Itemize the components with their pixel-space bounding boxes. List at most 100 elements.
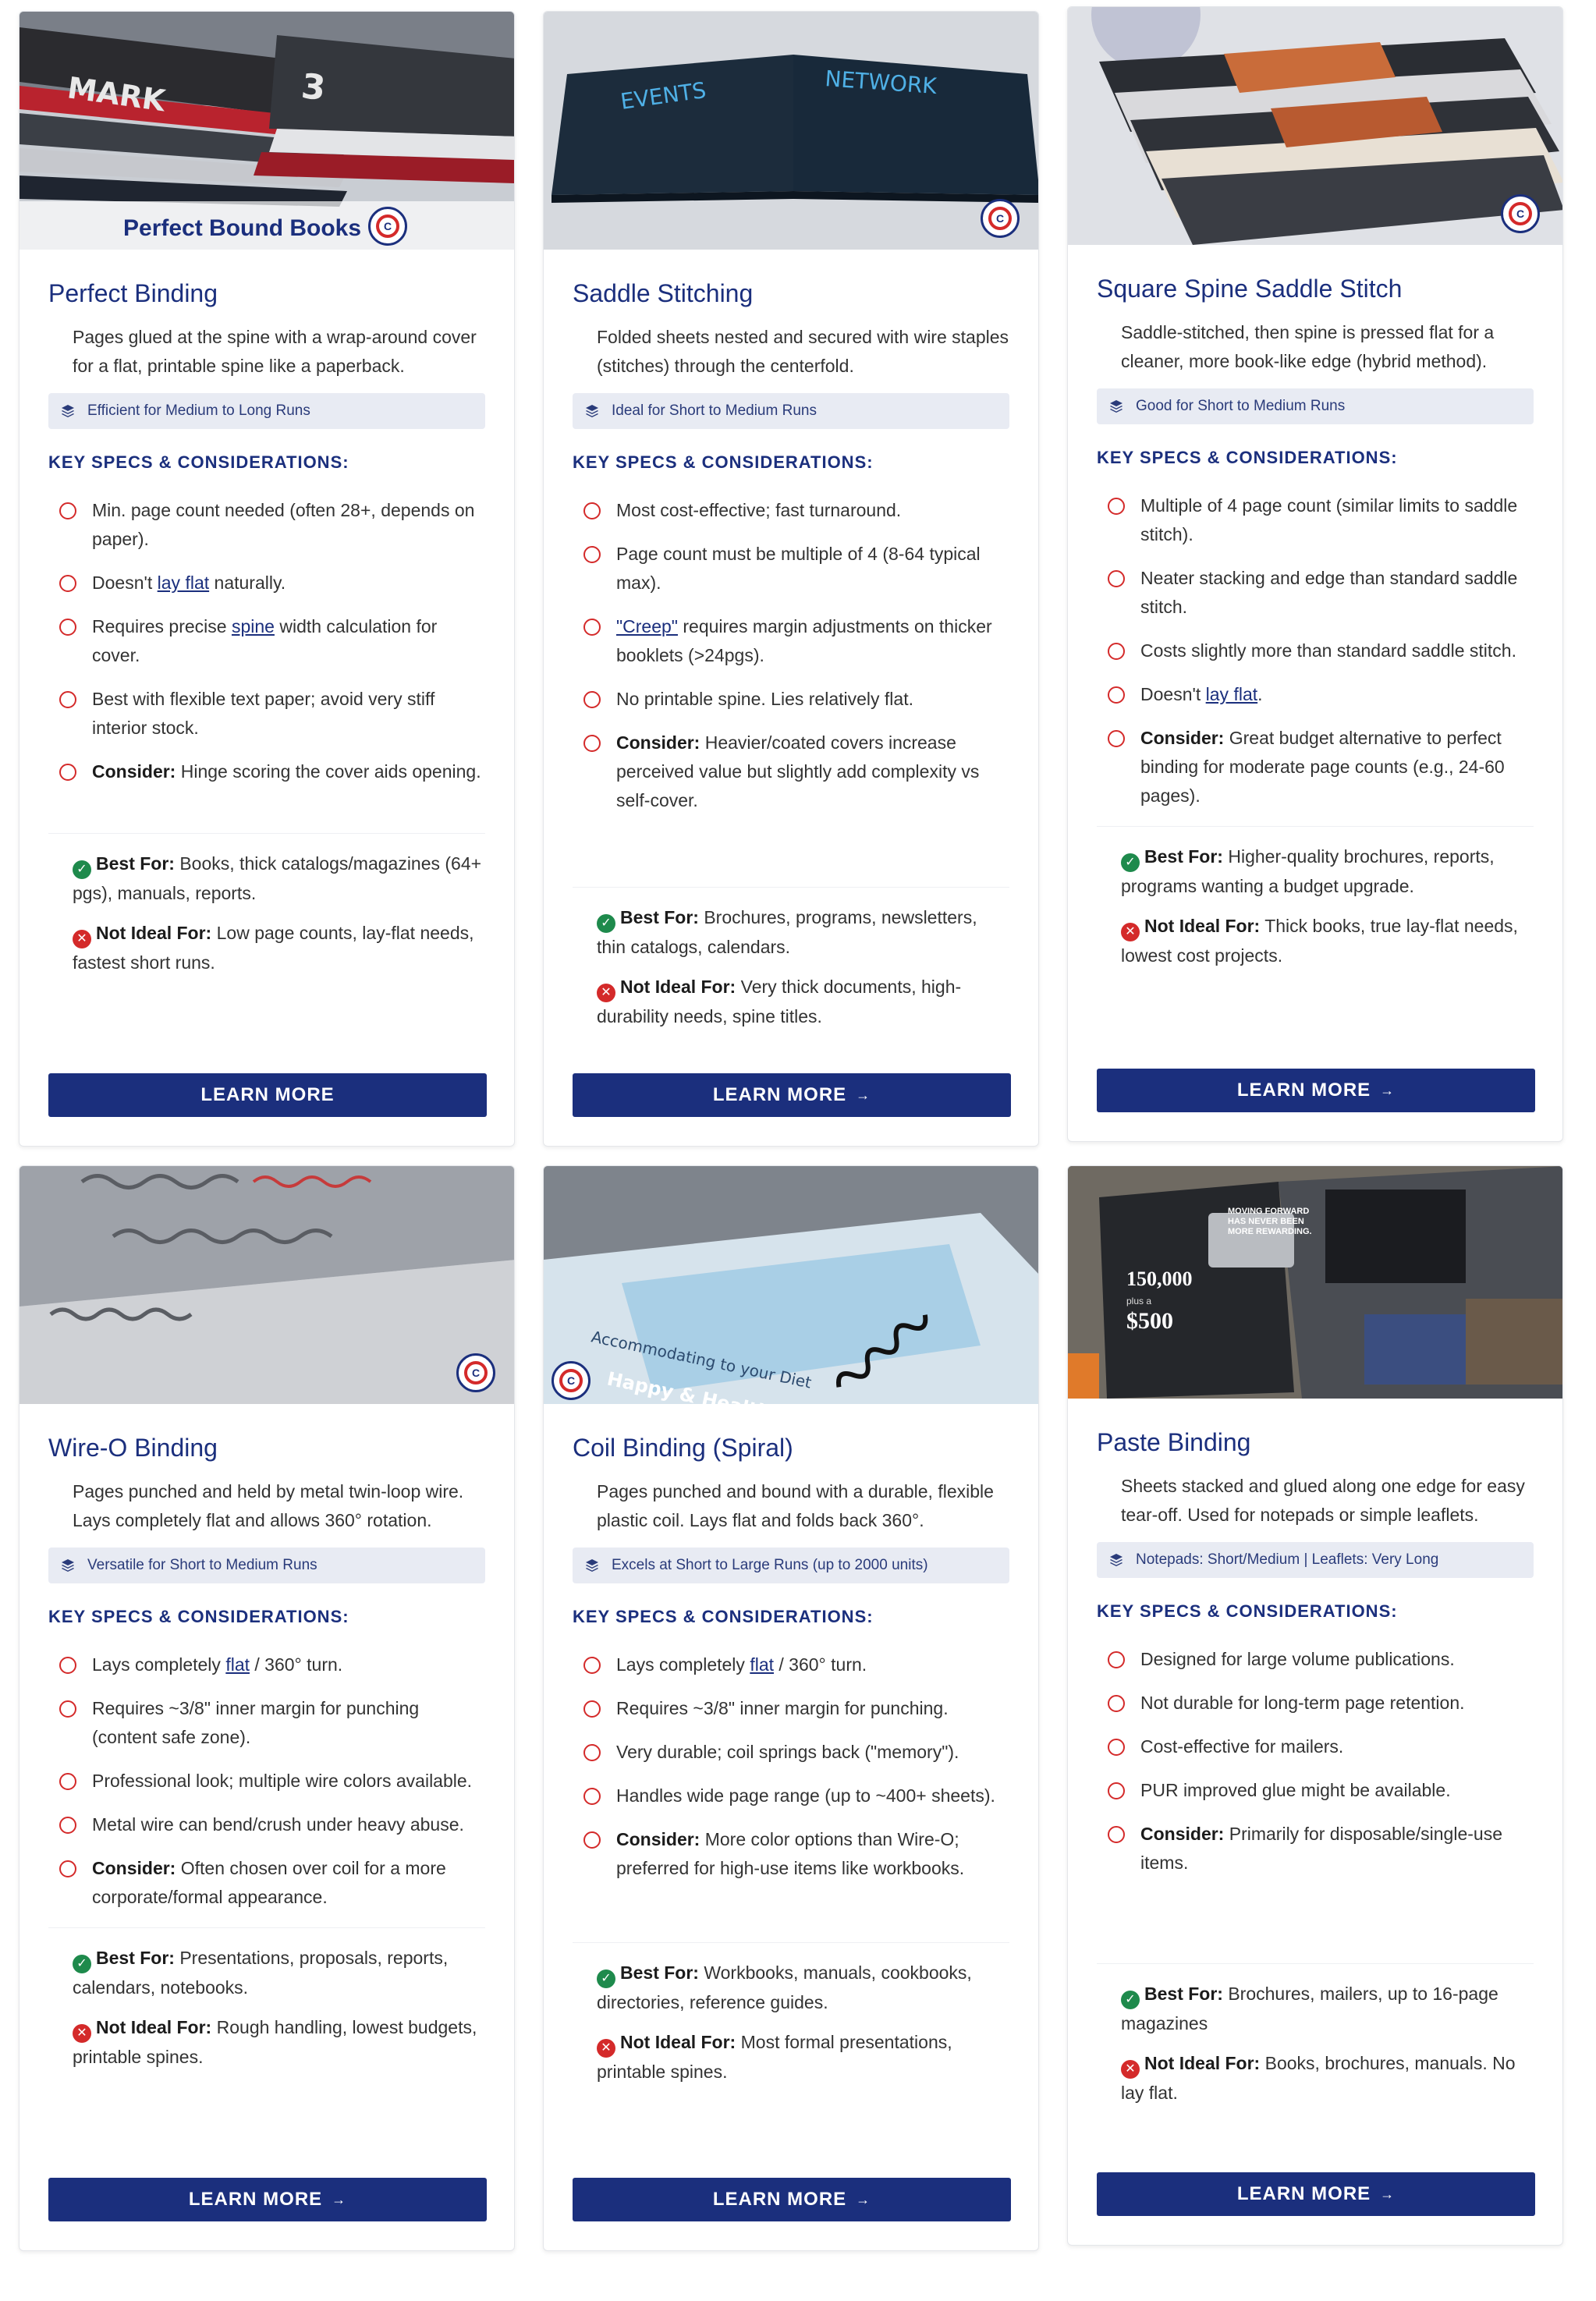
learn-more-button[interactable]: LEARN MORE → — [1097, 2172, 1535, 2216]
learn-more-button[interactable]: LEARN MORE → — [573, 2178, 1011, 2221]
bullet-circle-icon — [59, 764, 76, 781]
run-length-text: Notepads: Short/Medium | Leaflets: Very … — [1136, 1551, 1439, 1568]
spec-item: Doesn't lay flat. — [1097, 680, 1534, 709]
spec-item: Very durable; coil springs back ("memory… — [573, 1738, 1009, 1767]
lay-flat-link[interactable]: lay flat — [158, 573, 209, 593]
card-title: Saddle Stitching — [573, 279, 754, 307]
run-length-badge: Efficient for Medium to Long Runs — [48, 393, 485, 429]
arrow-right-icon: → — [332, 2191, 347, 2207]
bullet-circle-icon — [59, 691, 76, 708]
run-length-text: Efficient for Medium to Long Runs — [87, 402, 310, 419]
best-for: ✓ Best For: Higher-quality brochures, rep… — [1121, 846, 1495, 896]
arrow-right-icon: → — [856, 2191, 871, 2207]
spec-item: Consider: Great budget alternative to pe… — [1097, 724, 1534, 810]
flat-link[interactable]: flat — [225, 1654, 250, 1675]
spec-item: Lays completely flat / 360° turn. — [573, 1650, 1009, 1679]
bullet-circle-icon — [583, 1700, 601, 1718]
card-wire-o: C Wire-O Binding Pages punched and held … — [19, 1165, 515, 2251]
bullet-circle-icon — [583, 691, 601, 708]
stacked-booklets-illustration — [1068, 7, 1562, 245]
svg-text:3: 3 — [300, 66, 328, 108]
card-square-spine: C Square Spine Saddle Stitch Saddle-stit… — [1067, 6, 1563, 1142]
bullet-circle-icon — [1108, 730, 1125, 747]
image-text-number: 150,000 — [1126, 1268, 1193, 1290]
run-length-text: Ideal for Short to Medium Runs — [612, 402, 817, 419]
best-for: ✓ Best For: Workbooks, manuals, cookbooks… — [597, 1962, 972, 2012]
bullet-circle-icon — [583, 1788, 601, 1805]
bullet-circle-icon — [59, 502, 76, 519]
card-saddle-stitching: EVENTS NETWORK C Saddle Stitching Folded… — [543, 11, 1039, 1147]
card-description: Sheets stacked and glued along one edge … — [1121, 1476, 1525, 1525]
flat-link[interactable]: flat — [750, 1654, 774, 1675]
bullet-circle-icon — [59, 1860, 76, 1877]
image-text-moving: MOVING FORWARD HAS NEVER BEEN MORE REWAR… — [1228, 1207, 1312, 1236]
run-length-badge: Good for Short to Medium Runs — [1097, 388, 1534, 424]
spec-item: Requires precise spine width calculation… — [48, 612, 485, 670]
divider — [48, 833, 485, 834]
company-logo-icon: C — [552, 1361, 591, 1400]
card-description: Saddle-stitched, then spine is pressed f… — [1121, 322, 1495, 371]
bullet-circle-icon — [1108, 1739, 1125, 1756]
not-ideal-for: ✕ Not Ideal For: Most formal presentation… — [597, 2032, 952, 2082]
x-circle-icon: ✕ — [73, 930, 91, 948]
bullet-circle-icon — [1108, 498, 1125, 515]
lay-flat-link[interactable]: lay flat — [1206, 684, 1257, 704]
card-title: Wire-O Binding — [48, 1434, 218, 1462]
run-length-badge: Excels at Short to Large Runs (up to 200… — [573, 1548, 1009, 1583]
best-for: ✓ Best For: Presentations, proposals, rep… — [73, 1948, 449, 1998]
card-coil-binding: Accommodating to your Diet Happy & Healt… — [543, 1165, 1039, 2251]
spec-item: Cost-effective for mailers. — [1097, 1732, 1534, 1761]
learn-more-button[interactable]: LEARN MORE — [48, 1073, 487, 1117]
run-length-badge: Versatile for Short to Medium Runs — [48, 1548, 485, 1583]
x-circle-icon: ✕ — [1121, 2060, 1140, 2079]
creep-link[interactable]: "Creep" — [616, 616, 678, 636]
learn-more-button[interactable]: LEARN MORE → — [48, 2178, 487, 2221]
learn-more-button[interactable]: LEARN MORE → — [573, 1073, 1011, 1117]
bullet-circle-icon — [583, 1657, 601, 1674]
spec-item: Best with flexible text paper; avoid ver… — [48, 685, 485, 743]
bullet-circle-icon — [1108, 570, 1125, 587]
perfect-binding-image: MARK 3 Perfect Bound Books C — [20, 12, 514, 250]
specs-heading: KEY SPECS & CONSIDERATIONS: — [573, 452, 874, 472]
not-ideal-for: ✕ Not Ideal For: Low page counts, lay-fla… — [73, 923, 474, 973]
spec-item: Professional look; multiple wire colors … — [48, 1767, 485, 1796]
spec-item: Page count must be multiple of 4 (8-64 t… — [573, 540, 1009, 597]
bullet-circle-icon — [583, 502, 601, 519]
card-description: Pages punched and bound with a durable, … — [597, 1481, 994, 1530]
specs-heading: KEY SPECS & CONSIDERATIONS: — [1097, 448, 1398, 467]
spec-item: Designed for large volume publications. — [1097, 1645, 1534, 1674]
learn-more-button[interactable]: LEARN MORE → — [1097, 1069, 1535, 1112]
spine-link[interactable]: spine — [232, 616, 275, 636]
bullet-circle-icon — [59, 575, 76, 592]
card-perfect-binding: MARK 3 Perfect Bound Books C Perfect Bin… — [19, 11, 515, 1147]
divider — [1097, 826, 1534, 827]
spec-item: Consider: Hinge scoring the cover aids o… — [48, 757, 485, 786]
divider — [1097, 1963, 1534, 1964]
best-for: ✓ Best For: Brochures, mailers, up to 16-… — [1121, 1984, 1498, 2033]
spec-item: Requires ~3/8" inner margin for punching… — [573, 1694, 1009, 1723]
bullet-circle-icon — [59, 1773, 76, 1790]
spec-item: Multiple of 4 page count (similar limits… — [1097, 491, 1534, 549]
bullet-circle-icon — [1108, 1782, 1125, 1799]
best-for: ✓ Best For: Brochures, programs, newslett… — [597, 907, 977, 957]
divider — [573, 887, 1009, 888]
spec-item: Most cost-effective; fast turnaround. — [573, 496, 1009, 525]
bullet-circle-icon — [59, 619, 76, 636]
spec-item: Handles wide page range (up to ~400+ she… — [573, 1782, 1009, 1810]
spec-item: Costs slightly more than standard saddle… — [1097, 636, 1534, 665]
spec-item: Neater stacking and edge than standard s… — [1097, 564, 1534, 622]
spec-item: Requires ~3/8" inner margin for punching… — [48, 1694, 485, 1752]
square-spine-image: C — [1068, 7, 1562, 245]
coil-binding-image: Accommodating to your Diet Happy & Healt… — [544, 1166, 1038, 1404]
bullet-circle-icon — [583, 619, 601, 636]
not-ideal-for: ✕ Not Ideal For: Thick books, true lay-fl… — [1121, 916, 1518, 966]
x-circle-icon: ✕ — [597, 984, 615, 1002]
spec-item: Min. page count needed (often 28+, depen… — [48, 496, 485, 554]
run-length-badge: Notepads: Short/Medium | Leaflets: Very … — [1097, 1542, 1534, 1578]
bullet-circle-icon — [583, 1831, 601, 1849]
arrow-right-icon: → — [1380, 1082, 1396, 1098]
bullet-circle-icon — [583, 735, 601, 752]
company-logo-icon: C — [368, 207, 407, 246]
layers-icon — [586, 405, 598, 417]
layers-icon — [1110, 400, 1123, 413]
